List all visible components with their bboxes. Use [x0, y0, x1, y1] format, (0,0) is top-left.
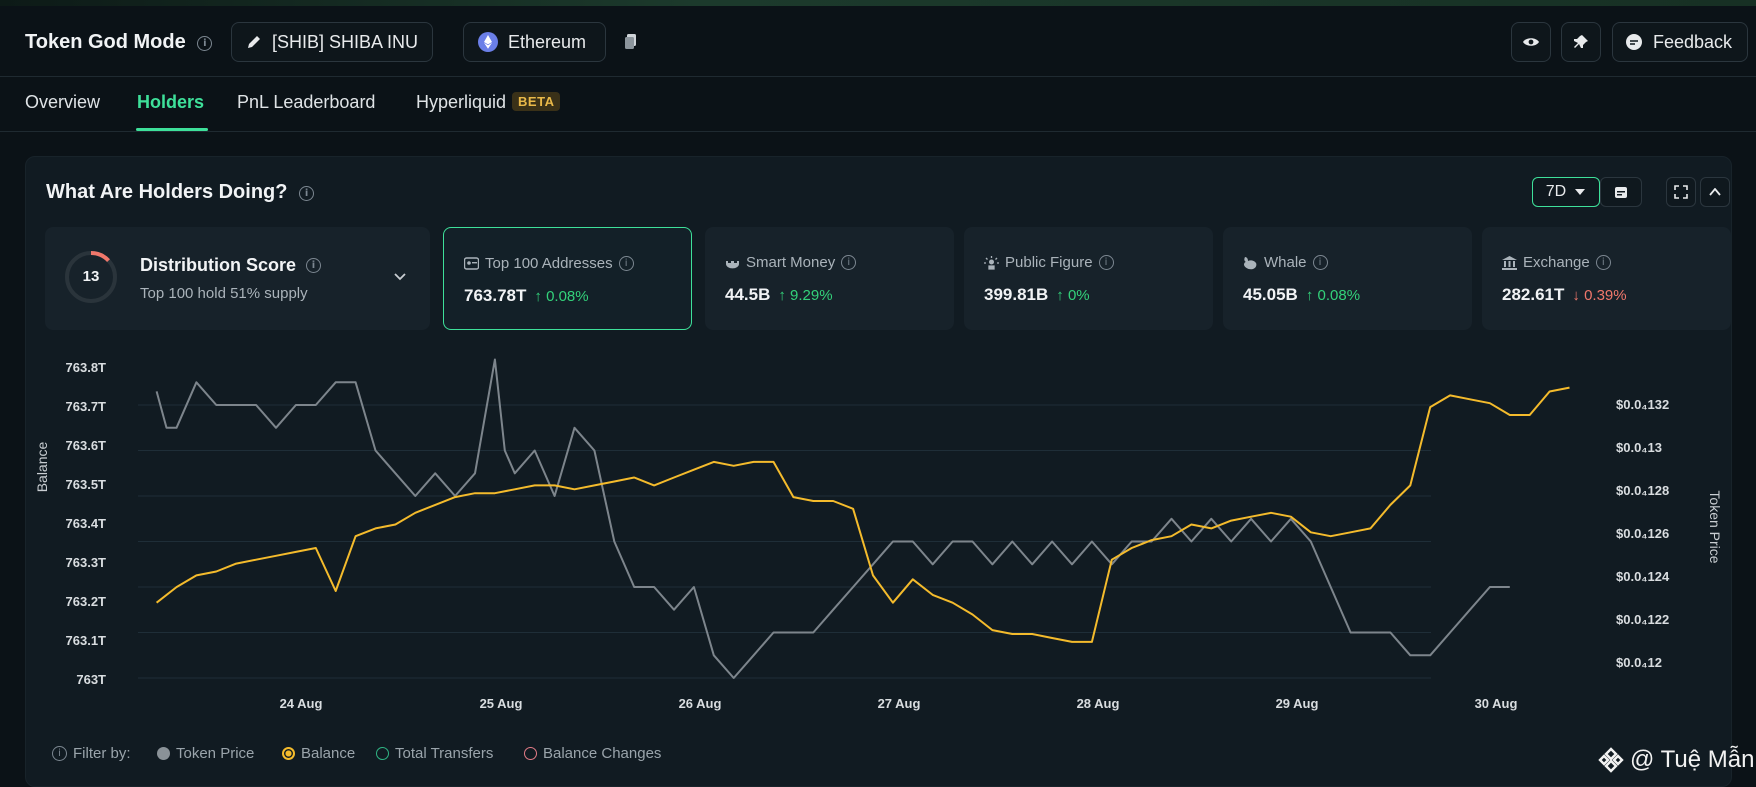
feedback-label: Feedback	[1653, 31, 1733, 52]
token-label: [SHIB] SHIBA INU	[272, 31, 419, 52]
filter-token-price[interactable]: Token Price	[157, 745, 254, 762]
filter-dot	[157, 747, 170, 760]
filter-balance-changes[interactable]: Balance Changes	[524, 745, 661, 762]
eye-icon	[1523, 38, 1539, 46]
filter-label-text: Filter by:	[73, 745, 131, 762]
tab-hyperliquid-label: Hyperliquid	[416, 92, 507, 112]
tab-holders[interactable]: Holders	[137, 92, 204, 113]
tab-bar: Overview Holders PnL Leaderboard Hyperli…	[0, 78, 1756, 132]
filter-label: i Filter by:	[52, 745, 131, 762]
binance-logo-icon	[1598, 747, 1624, 773]
watermark: @ Tuệ Mẫn	[1598, 746, 1754, 774]
app-title-text: Token God Mode	[25, 31, 186, 53]
filter-dot	[376, 747, 389, 760]
info-icon[interactable]: i	[52, 746, 67, 761]
filter-item-label: Balance	[301, 745, 356, 762]
holders-card: What Are Holders Doing? i 7D 13 Distribu…	[25, 156, 1732, 787]
app-title: Token God Mode i	[25, 31, 213, 54]
filter-item-label: Token Price	[176, 745, 255, 762]
pencil-icon	[248, 36, 260, 48]
active-tab-indicator	[136, 128, 208, 131]
filter-balance[interactable]: Balance	[282, 745, 355, 762]
chat-bubble-icon	[1626, 34, 1642, 50]
copy-icon[interactable]	[624, 33, 638, 50]
filter-item-label: Total Transfers	[395, 745, 494, 762]
feedback-button[interactable]: Feedback	[1612, 22, 1748, 62]
watermark-text: @ Tuệ Mẫn	[1630, 746, 1755, 773]
filter-dot	[524, 747, 537, 760]
info-icon[interactable]: i	[197, 36, 213, 51]
token-selector-button[interactable]: [SHIB] SHIBA INU	[231, 22, 434, 62]
tab-hyperliquid[interactable]: Hyperliquid BETA	[416, 92, 561, 113]
header: Token God Mode i [SHIB] SHIBA INU Ethere…	[0, 6, 1756, 77]
beta-badge: BETA	[512, 92, 561, 111]
chain-selector-button[interactable]: Ethereum	[463, 22, 606, 62]
filter-item-label: Balance Changes	[543, 745, 662, 762]
filter-dot	[282, 747, 295, 760]
pin-button[interactable]	[1561, 22, 1601, 62]
holders-chart[interactable]	[26, 157, 1733, 717]
filter-total-transfers[interactable]: Total Transfers	[376, 745, 493, 762]
chain-label: Ethereum	[508, 31, 587, 52]
pin-icon	[1574, 35, 1588, 48]
token-price-line	[155, 358, 1510, 679]
ethereum-icon	[478, 32, 498, 52]
tab-overview[interactable]: Overview	[25, 92, 100, 113]
tab-pnl-leaderboard[interactable]: PnL Leaderboard	[237, 92, 375, 113]
watchlist-button[interactable]	[1511, 22, 1551, 62]
